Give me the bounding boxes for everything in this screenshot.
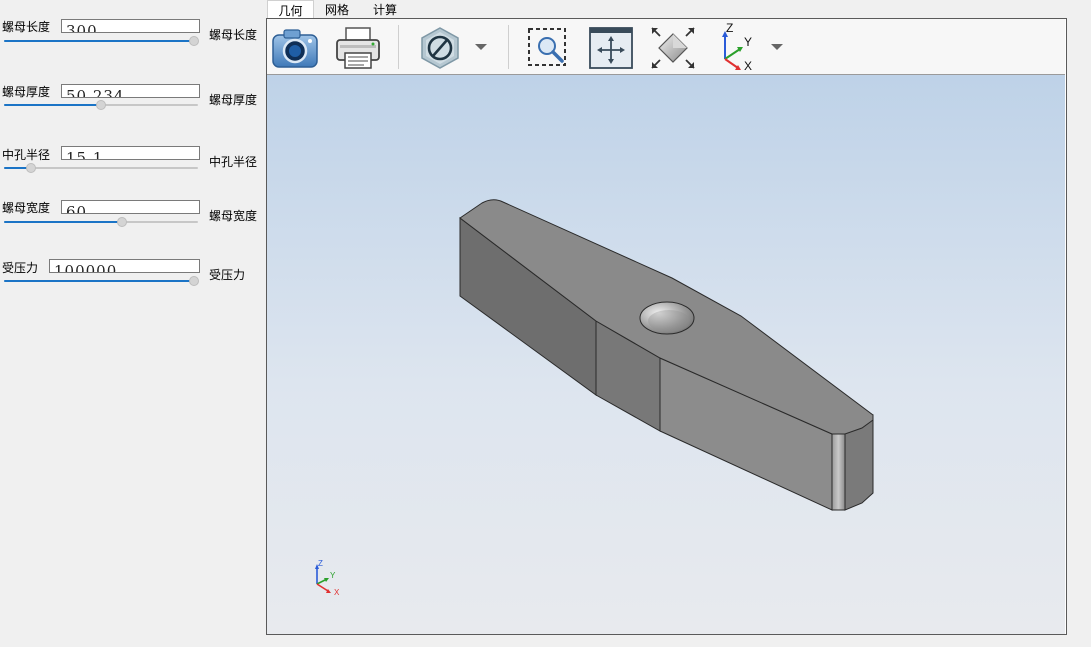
model-right-end-face xyxy=(831,427,846,511)
param-thickness-suffix: 螺母厚度 xyxy=(209,93,258,107)
print-button[interactable] xyxy=(333,23,383,73)
model-hole-inner xyxy=(648,310,690,332)
pan-button[interactable] xyxy=(586,23,636,73)
display-mode-button[interactable] xyxy=(415,23,465,73)
param-hole-radius-slider[interactable] xyxy=(4,163,198,173)
axis-triad: Z Y X xyxy=(315,559,340,597)
slider-thumb[interactable] xyxy=(117,217,128,227)
param-pressure-input[interactable]: 100000 xyxy=(49,259,200,273)
triad-z-label: Z xyxy=(318,559,323,568)
display-mode-icon xyxy=(421,27,459,69)
param-thickness-slider[interactable] xyxy=(4,100,198,110)
viewer-toolbar: Z Y X xyxy=(267,19,1065,75)
param-width-input[interactable]: 60 xyxy=(61,200,200,214)
tab-geometry[interactable]: 几何 xyxy=(267,0,314,19)
toolbar-separator xyxy=(508,25,509,69)
slider-fill xyxy=(4,104,101,106)
triad-x-label: X xyxy=(334,588,340,597)
param-width-suffix: 螺母宽度 xyxy=(209,209,258,223)
slider-thumb[interactable] xyxy=(96,100,106,110)
camera-icon xyxy=(272,29,318,68)
nut-model[interactable] xyxy=(267,75,1065,634)
param-length-label: 螺母长度 xyxy=(2,20,51,34)
chevron-down-icon xyxy=(771,44,783,50)
axes-view-dropdown[interactable] xyxy=(770,41,784,53)
param-length-input[interactable]: 300 xyxy=(61,19,200,33)
tab-compute[interactable]: 计算 xyxy=(366,0,404,18)
3d-viewport[interactable]: Z Y X xyxy=(267,75,1065,634)
param-width-slider[interactable] xyxy=(4,217,198,227)
param-pressure-label: 受压力 xyxy=(2,261,39,275)
param-hole-radius-label: 中孔半径 xyxy=(2,148,51,162)
pan-icon xyxy=(589,27,633,69)
slider-thumb[interactable] xyxy=(26,163,37,173)
zoom-window-button[interactable] xyxy=(523,23,573,73)
zoom-window-icon xyxy=(528,28,566,66)
param-length-slider[interactable] xyxy=(4,36,200,46)
tab-mesh[interactable]: 网格 xyxy=(318,0,356,18)
param-length-suffix: 螺母长度 xyxy=(209,28,258,42)
axes-z-label: Z xyxy=(726,23,733,35)
slider-fill xyxy=(4,40,195,42)
fit-all-icon xyxy=(651,27,695,69)
fit-all-button[interactable] xyxy=(648,23,698,73)
param-pressure-slider[interactable] xyxy=(4,276,200,286)
axes-view-button[interactable]: Z Y X xyxy=(713,23,763,73)
slider-thumb[interactable] xyxy=(189,276,200,286)
axes-y-label: Y xyxy=(744,35,752,49)
slider-thumb[interactable] xyxy=(189,36,200,46)
print-icon xyxy=(336,27,380,69)
param-thickness-label: 螺母厚度 xyxy=(2,85,51,99)
triad-y-label: Y xyxy=(330,571,336,580)
toolbar-separator xyxy=(398,25,399,69)
param-hole-radius-suffix: 中孔半径 xyxy=(209,155,258,169)
axes-view-icon: Z Y X xyxy=(722,23,752,73)
axes-x-label: X xyxy=(744,59,752,73)
param-thickness-input[interactable]: 50.234 xyxy=(61,84,200,98)
slider-fill xyxy=(4,221,123,223)
screenshot-button[interactable] xyxy=(270,23,320,73)
param-pressure-suffix: 受压力 xyxy=(209,268,246,282)
param-hole-radius-input[interactable]: 15.1 xyxy=(61,146,200,160)
chevron-down-icon xyxy=(475,44,487,50)
slider-fill xyxy=(4,280,195,282)
display-mode-dropdown[interactable] xyxy=(474,41,488,53)
param-width-label: 螺母宽度 xyxy=(2,201,51,215)
